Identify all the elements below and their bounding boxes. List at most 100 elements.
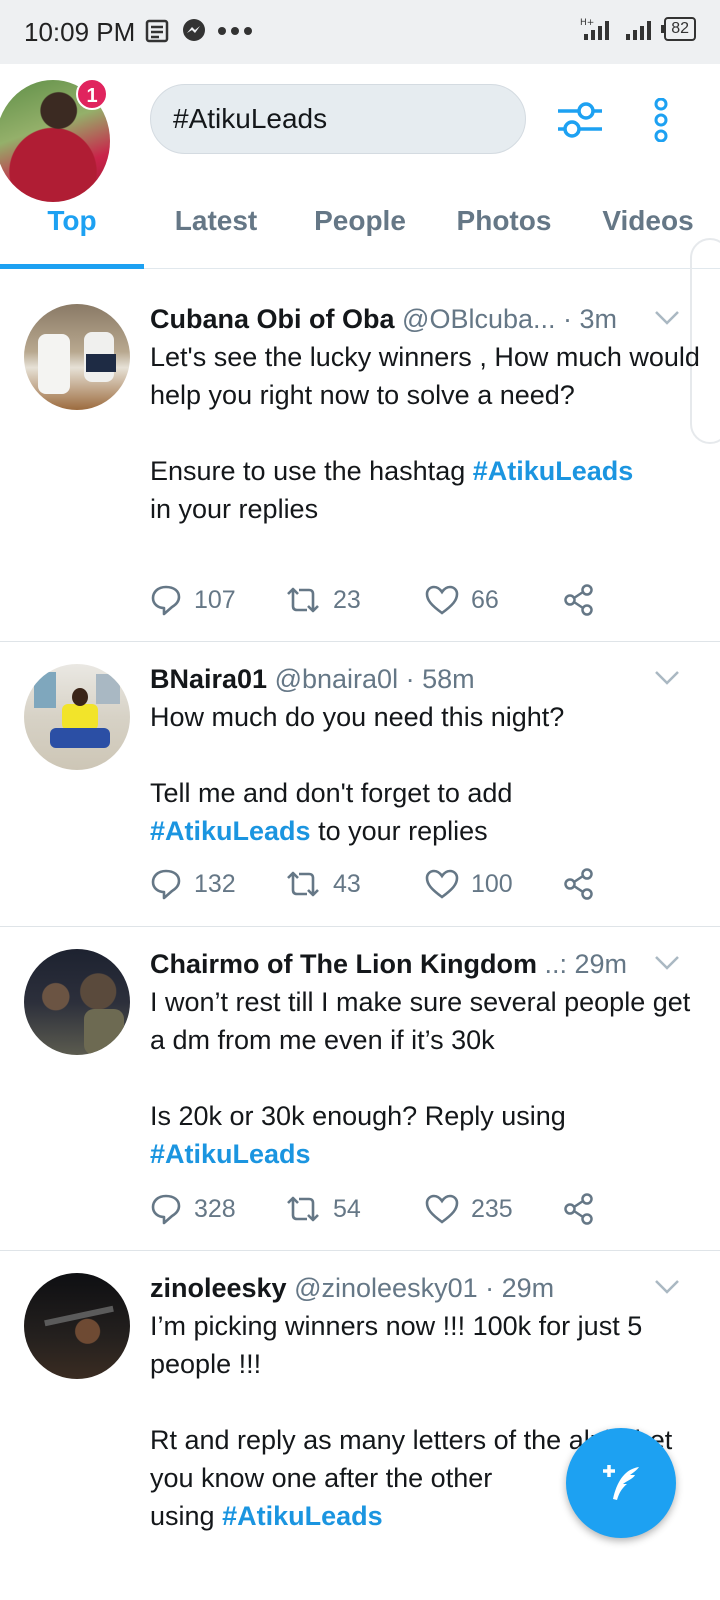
tweet-paragraph: How much do you need this night? — [150, 702, 565, 732]
compose-tweet-button[interactable] — [566, 1428, 676, 1538]
retweet-count: 43 — [333, 869, 361, 898]
tweet-body: Chairmo of The Lion Kingdom ..: 29m I wo… — [150, 945, 700, 1173]
tweet-paragraph: I’m picking winners now !!! 100k for jus… — [150, 1311, 643, 1379]
hashtag-link[interactable]: #AtikuLeads — [150, 1139, 311, 1169]
reply-icon — [151, 869, 181, 900]
author-name[interactable]: BNaira01 — [150, 664, 267, 694]
filter-icon[interactable] — [556, 100, 604, 140]
tweet-paragraph: #AtikuLeads to your replies — [150, 816, 488, 846]
avatar[interactable] — [24, 949, 130, 1055]
tweet-paragraph: Is 20k or 30k enough? Reply using — [150, 1101, 566, 1131]
reply-button[interactable]: 107 — [150, 584, 285, 616]
like-button[interactable]: 235 — [425, 1194, 563, 1224]
author-name[interactable]: Chairmo of The Lion Kingdom — [150, 949, 537, 979]
tweet-paragraph: Tell me and don't forget to add — [150, 778, 513, 808]
avatar[interactable] — [24, 304, 130, 410]
tweet[interactable]: BNaira01 @bnaira0l · 58m How much do you… — [0, 642, 720, 927]
tweet-paragraph: #AtikuLeads — [150, 1135, 700, 1173]
tweet-time: 29m — [501, 1273, 555, 1303]
search-input[interactable]: #AtikuLeads — [150, 84, 526, 154]
reply-button[interactable]: 328 — [150, 1193, 285, 1225]
author-handle[interactable]: @bnaira0l — [275, 664, 398, 694]
hashtag-link[interactable]: #AtikuLeads — [222, 1501, 383, 1531]
author-handle[interactable]: @OBlcuba... — [402, 304, 555, 334]
chevron-down-icon[interactable] — [654, 670, 680, 686]
reply-count: 107 — [194, 585, 236, 614]
tab-people[interactable]: People — [288, 192, 432, 269]
tweet-header: BNaira01 @bnaira0l · 58m — [150, 664, 475, 694]
status-time: 10:09 PM — [24, 17, 136, 47]
reply-icon — [151, 1194, 181, 1225]
tweet-time: 58m — [422, 664, 475, 694]
tweet[interactable]: Cubana Obi of Oba @OBlcuba... · 3m Let's… — [0, 282, 720, 642]
chevron-down-icon[interactable] — [654, 310, 680, 326]
more-notifications-icon — [218, 27, 252, 35]
retweet-count: 54 — [333, 1194, 361, 1223]
tweet-feed: Cubana Obi of Oba @OBlcuba... · 3m Let's… — [0, 282, 720, 1581]
tweet-text: Let's see the lucky winners , How much w… — [150, 338, 700, 528]
compose-tweet-icon — [603, 1465, 639, 1500]
status-notification-icons — [145, 18, 253, 44]
tweet-text: How much do you need this night? Tell me… — [150, 698, 700, 850]
retweet-icon — [287, 1196, 319, 1222]
avatar[interactable] — [24, 1273, 130, 1379]
hashtag-link[interactable]: #AtikuLeads — [150, 816, 311, 846]
hashtag-link[interactable]: #AtikuLeads — [473, 456, 634, 486]
author-handle[interactable]: @zinoleesky01 — [294, 1273, 478, 1303]
reply-icon — [151, 585, 181, 616]
share-icon[interactable] — [563, 1193, 595, 1225]
like-icon — [425, 585, 459, 615]
like-button[interactable]: 66 — [425, 585, 563, 615]
signal-icon-2 — [626, 21, 652, 40]
more-vert-icon[interactable] — [652, 98, 670, 142]
tweet-actions: 107 23 66 — [150, 584, 595, 616]
retweet-icon — [287, 587, 319, 613]
reply-count: 328 — [194, 1194, 236, 1223]
retweet-button[interactable]: 23 — [285, 586, 425, 615]
retweet-count: 23 — [333, 585, 361, 614]
news-icon — [145, 19, 169, 43]
search-tabs: Top Latest People Photos Videos — [0, 192, 720, 269]
tweet-actions: 328 54 235 — [150, 1193, 595, 1225]
like-count: 66 — [471, 585, 499, 614]
tweet-paragraph: Let's see the lucky winners , How much w… — [150, 342, 700, 410]
retweet-button[interactable]: 54 — [285, 1195, 425, 1224]
messenger-icon — [183, 19, 205, 41]
battery-indicator: 82 — [661, 17, 696, 41]
like-count: 100 — [471, 869, 513, 898]
chevron-down-icon[interactable] — [654, 1279, 680, 1295]
status-bar: 10:09 PM H+ 82 — [0, 0, 720, 64]
retweet-icon — [287, 871, 319, 897]
tweet-header: Chairmo of The Lion Kingdom ..: 29m — [150, 945, 700, 983]
tweet-header: zinoleesky @zinoleesky01 · 29m — [150, 1273, 555, 1303]
tweet-body: BNaira01 @bnaira0l · 58m How much do you… — [150, 660, 700, 850]
author-name[interactable]: Cubana Obi of Oba — [150, 304, 395, 334]
chevron-down-icon[interactable] — [654, 955, 680, 971]
like-button[interactable]: 100 — [425, 869, 563, 899]
tweet-paragraph — [150, 414, 700, 452]
tweet-paragraph: Ensure to use the hashtag #AtikuLeads — [150, 456, 634, 486]
reply-count: 132 — [194, 869, 236, 898]
tweet-paragraph — [150, 736, 700, 774]
tweet[interactable]: Chairmo of The Lion Kingdom ..: 29m I wo… — [0, 927, 720, 1251]
tab-latest[interactable]: Latest — [144, 192, 288, 269]
tweet-paragraph: in your replies — [150, 494, 319, 524]
retweet-button[interactable]: 43 — [285, 870, 425, 899]
like-icon — [425, 1194, 459, 1224]
author-handle[interactable]: ..: — [544, 949, 567, 979]
share-icon[interactable] — [563, 584, 595, 616]
reply-button[interactable]: 132 — [150, 868, 285, 900]
author-name[interactable]: zinoleesky — [150, 1273, 287, 1303]
tweet-actions: 132 43 100 — [150, 868, 595, 900]
share-icon[interactable] — [563, 868, 595, 900]
tweet-time: 3m — [579, 304, 618, 334]
avatar[interactable] — [24, 664, 130, 770]
tab-photos[interactable]: Photos — [432, 192, 576, 269]
like-count: 235 — [471, 1194, 513, 1223]
like-icon — [425, 869, 459, 899]
tweet-time: 29m — [574, 949, 628, 979]
tweet-paragraph — [150, 1059, 700, 1097]
tab-top[interactable]: Top — [0, 192, 144, 269]
tweet-text: I won’t rest till I make sure several pe… — [150, 983, 700, 1173]
signal-icon: H+ — [580, 18, 610, 40]
